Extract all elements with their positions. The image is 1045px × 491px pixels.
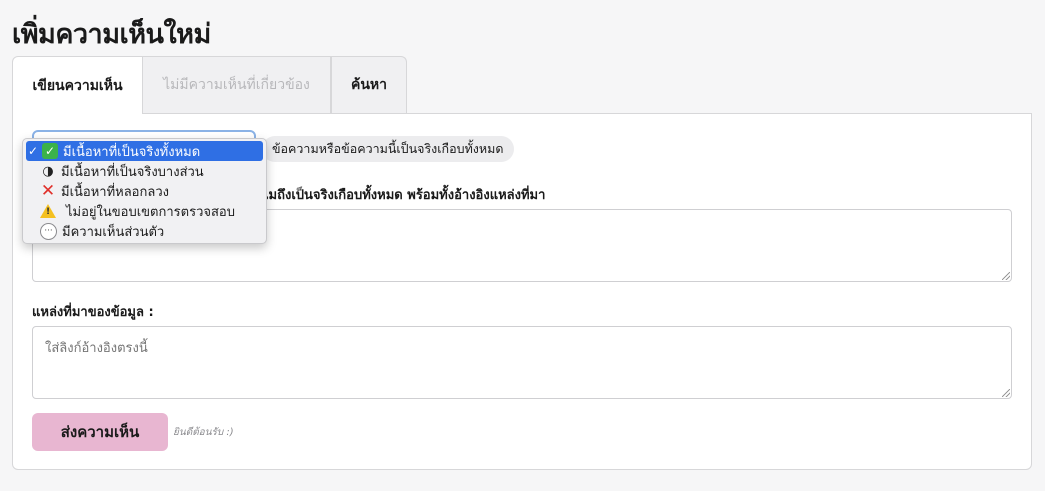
resize-handle-source[interactable] (1002, 389, 1010, 397)
welcome-note: ยินดีต้อนรับ :) (173, 427, 234, 438)
half-circle-icon: ◑ (42, 163, 54, 179)
selected-check-icon: ✓ (28, 144, 39, 158)
submit-button[interactable]: ส่งความเห็น (32, 413, 168, 451)
option-label: มีเนื้อหาที่เป็นจริงทั้งหมด (63, 144, 201, 160)
dropdown-option-opinion[interactable]: ··· มีความเห็นส่วนตัว (23, 221, 266, 241)
tab-search[interactable]: ค้นหา (331, 56, 407, 113)
dropdown-option-partly-true[interactable]: ◑ มีเนื้อหาที่เป็นจริงบางส่วน (23, 161, 266, 181)
speech-bubble-icon: ··· (40, 222, 57, 240)
dropdown-option-out-of-scope[interactable]: ! ไม่อยู่ในขอบเขตการตรวจสอบ (23, 201, 266, 221)
detail-label: ไมถึงเป็นจริงเกือบทั้งหมด พร้อมทั้งอ้างอ… (262, 188, 546, 203)
option-label: มีความเห็นส่วนตัว (62, 224, 165, 240)
tab-write-comment[interactable]: เขียนความเห็น (12, 56, 143, 114)
warning-icon: ! (40, 204, 56, 218)
dropdown-option-misleading[interactable]: ✕ มีเนื้อหาที่หลอกลวง (23, 181, 266, 201)
tab-bar: เขียนความเห็น ไม่มีความเห็นที่เกี่ยวข้อง… (12, 56, 407, 114)
source-textarea[interactable] (32, 326, 1012, 399)
check-mark-icon: ✓ (42, 143, 58, 159)
option-label: ไม่อยู่ในขอบเขตการตรวจสอบ (66, 204, 235, 220)
verdict-description: ข้อความหรือข้อความนี้เป็นจริงเกือบทั้งหม… (262, 136, 514, 162)
source-label: แหล่งที่มาของข้อมูล : (32, 305, 154, 320)
cross-icon: ✕ (40, 181, 56, 201)
page-title: เพิ่มความเห็นใหม่ (12, 19, 211, 50)
option-label: มีเนื้อหาที่หลอกลวง (61, 184, 169, 200)
tab-no-related-comment[interactable]: ไม่มีความเห็นที่เกี่ยวข้อง (143, 56, 331, 113)
dropdown-option-true[interactable]: ✓ ✓ มีเนื้อหาที่เป็นจริงทั้งหมด (26, 141, 263, 161)
verdict-dropdown: ✓ ✓ มีเนื้อหาที่เป็นจริงทั้งหมด ◑ มีเนื้… (22, 138, 267, 244)
resize-handle-detail[interactable] (1002, 272, 1010, 280)
option-label: มีเนื้อหาที่เป็นจริงบางส่วน (61, 164, 204, 180)
